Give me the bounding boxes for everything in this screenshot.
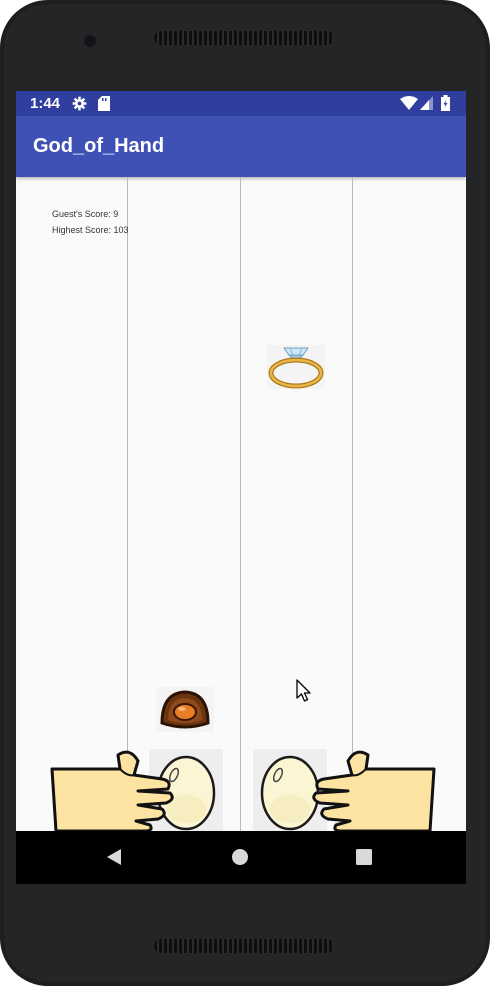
top-speaker [154,31,334,45]
lane-divider [352,177,353,831]
ring-icon [267,345,325,389]
battery-icon [441,95,450,111]
highest-score: Highest Score: 103 [52,225,129,235]
device-screen: 1:44 God_of_Hand Guest's Score: 9 Highes… [16,91,466,884]
status-bar: 1:44 [16,91,466,116]
status-time: 1:44 [30,95,61,112]
recents-button[interactable] [356,849,372,865]
signal-icon [420,96,433,110]
sd-card-icon [98,96,110,111]
nav-bar [16,831,466,884]
wifi-icon [400,96,418,110]
guest-score: Guest's Score: 9 [52,209,119,219]
bottom-speaker [154,939,334,953]
left-hand[interactable] [50,749,176,831]
right-hand[interactable] [310,749,436,831]
home-button[interactable] [231,848,249,866]
game-area[interactable]: Guest's Score: 9 Highest Score: 103 [16,177,466,831]
app-bar: God_of_Hand [16,116,466,177]
app-title: God_of_Hand [33,135,165,157]
phone-frame: 1:44 God_of_Hand Guest's Score: 9 Highes… [0,0,490,986]
chocolate-egg-icon [156,687,214,732]
back-button[interactable] [106,848,122,866]
lane-divider [127,177,128,831]
front-camera [84,35,96,47]
mouse-pointer-icon [296,679,311,702]
lane-divider [240,177,241,831]
gear-icon [72,96,87,111]
